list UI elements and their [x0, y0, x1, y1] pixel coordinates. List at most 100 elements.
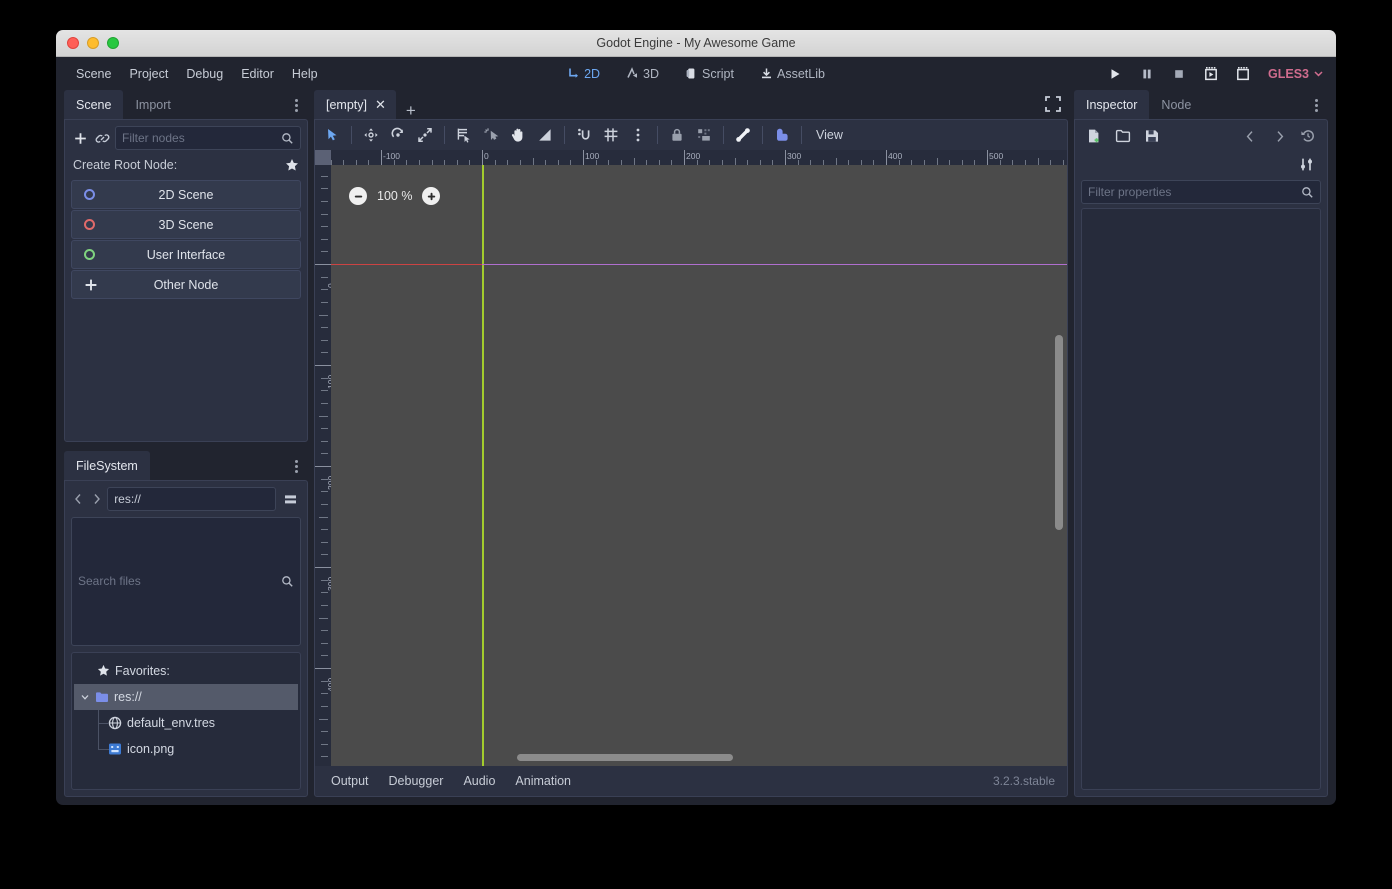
search-files-input[interactable]	[78, 574, 277, 589]
inspector-properties-list[interactable]	[1081, 208, 1321, 790]
filesystem-dock-menu-icon[interactable]	[288, 457, 304, 475]
pan-mode-icon[interactable]	[505, 123, 531, 147]
favorite-star-icon[interactable]	[285, 158, 299, 172]
assetlib-icon	[760, 67, 773, 80]
tree-item-res-root-label: res://	[114, 689, 142, 704]
play-custom-scene-button[interactable]	[1232, 63, 1254, 85]
distraction-free-icon[interactable]	[1044, 95, 1062, 113]
click-select-icon[interactable]	[478, 123, 504, 147]
lock-icon[interactable]	[664, 123, 690, 147]
filesystem-path-input[interactable]	[114, 492, 270, 506]
ruler-minor-tick	[321, 213, 328, 215]
bottom-tab-animation[interactable]: Animation	[507, 770, 579, 792]
tab-3d[interactable]: 3D	[620, 64, 665, 84]
ruler-minor-tick	[321, 655, 328, 657]
tab-2d[interactable]: 2D	[561, 64, 606, 84]
history-icon[interactable]	[1295, 124, 1321, 148]
menu-scene[interactable]: Scene	[68, 63, 119, 85]
renderer-selector[interactable]: GLES3	[1268, 67, 1324, 81]
create-user-interface-button[interactable]: User Interface	[71, 240, 301, 269]
more-options-icon[interactable]	[625, 123, 651, 147]
search-files-field[interactable]	[71, 517, 301, 646]
filesystem-tree[interactable]: Favorites: res:// default_env.tres icon.…	[71, 651, 301, 790]
object-tools-icon[interactable]	[1293, 152, 1319, 176]
create-3d-scene-button[interactable]: 3D Scene	[71, 210, 301, 239]
zoom-in-button[interactable]	[422, 187, 441, 205]
create-other-node-button[interactable]: Other Node	[71, 270, 301, 299]
scene-dock-tabs: Scene Import	[64, 90, 308, 119]
bottom-tab-output[interactable]: Output	[323, 770, 377, 792]
toggle-split-mode-button[interactable]	[279, 487, 301, 511]
add-node-button[interactable]	[71, 126, 89, 150]
add-scene-button[interactable]: +	[396, 102, 426, 119]
filter-properties-field[interactable]	[1081, 180, 1321, 204]
history-forward-icon[interactable]	[1266, 124, 1292, 148]
save-resource-icon[interactable]	[1139, 124, 1165, 148]
tab-assetlib[interactable]: AssetLib	[754, 64, 831, 84]
zoom-level-label: 100 %	[377, 189, 413, 203]
chevron-down-icon[interactable]	[80, 692, 90, 702]
ruler-mode-icon[interactable]	[532, 123, 558, 147]
tree-item-icon-png[interactable]: icon.png	[74, 735, 298, 762]
filesystem-path-row	[71, 487, 301, 511]
tab-import[interactable]: Import	[123, 90, 182, 119]
3d-icon	[626, 67, 639, 80]
ruler-minor-tick	[321, 592, 328, 594]
pause-button[interactable]	[1136, 63, 1158, 85]
canvas-viewport[interactable]: 100 %	[331, 165, 1067, 766]
snap-mode-icon[interactable]	[571, 123, 597, 147]
instance-scene-button[interactable]	[93, 126, 111, 150]
history-back-icon[interactable]	[1237, 124, 1263, 148]
ruler-minor-tick	[321, 440, 328, 442]
inspector-filter-row	[1075, 180, 1327, 204]
horizontal-scrollbar[interactable]	[517, 754, 733, 761]
tab-script[interactable]: Script	[679, 64, 740, 84]
scale-mode-icon[interactable]	[412, 123, 438, 147]
canvas-area[interactable]: -100 0 100 200 300 400 500 0100200300400 100	[315, 150, 1067, 766]
stop-button[interactable]	[1168, 63, 1190, 85]
tree-item-res-root[interactable]: res://	[74, 683, 298, 710]
tab-inspector[interactable]: Inspector	[1074, 90, 1150, 119]
skeleton-icon[interactable]	[730, 123, 756, 147]
tree-guide	[98, 735, 99, 749]
filter-nodes-field[interactable]	[115, 126, 301, 150]
tree-item-default-env[interactable]: default_env.tres	[74, 709, 298, 736]
select-mode-icon[interactable]	[319, 123, 345, 147]
tab-scene[interactable]: Scene	[64, 90, 124, 119]
bottom-tab-debugger[interactable]: Debugger	[381, 770, 452, 792]
move-mode-icon[interactable]	[358, 123, 384, 147]
close-icon[interactable]: ✕	[375, 98, 386, 111]
nav-back-button[interactable]	[71, 488, 86, 510]
filter-properties-input[interactable]	[1088, 185, 1297, 199]
view-menu-button[interactable]: View	[808, 124, 851, 146]
snap-config-icon[interactable]	[598, 123, 624, 147]
menu-help[interactable]: Help	[284, 63, 326, 85]
inspector-dock-menu-icon[interactable]	[1308, 96, 1324, 114]
list-select-icon[interactable]	[451, 123, 477, 147]
zoom-out-button[interactable]	[349, 187, 367, 205]
filesystem-path-field[interactable]	[107, 487, 277, 511]
tab-node[interactable]: Node	[1149, 90, 1203, 119]
ruler-minor-tick	[321, 428, 328, 430]
menu-debug[interactable]: Debug	[178, 63, 231, 85]
scene-tab-empty[interactable]: [empty] ✕	[314, 90, 396, 119]
nav-forward-button[interactable]	[89, 488, 104, 510]
tree-item-icon-png-label: icon.png	[127, 741, 175, 756]
tab-filesystem[interactable]: FileSystem	[64, 451, 150, 480]
play-button[interactable]	[1104, 63, 1126, 85]
menu-project[interactable]: Project	[121, 63, 176, 85]
bottom-tab-audio[interactable]: Audio	[455, 770, 503, 792]
tree-item-favorites[interactable]: Favorites:	[74, 658, 298, 684]
create-2d-scene-button[interactable]: 2D Scene	[71, 180, 301, 209]
scene-dock-menu-icon[interactable]	[288, 96, 304, 114]
group-icon[interactable]	[691, 123, 717, 147]
vertical-scrollbar[interactable]	[1055, 335, 1063, 530]
menu-editor[interactable]: Editor	[233, 63, 282, 85]
new-resource-icon[interactable]	[1081, 124, 1107, 148]
animation-key-icon[interactable]	[769, 123, 795, 147]
rotate-mode-icon[interactable]	[385, 123, 411, 147]
create-3d-scene-label: 3D Scene	[158, 217, 214, 232]
load-resource-icon[interactable]	[1110, 124, 1136, 148]
play-scene-button[interactable]	[1200, 63, 1222, 85]
filter-nodes-input[interactable]	[122, 131, 277, 145]
